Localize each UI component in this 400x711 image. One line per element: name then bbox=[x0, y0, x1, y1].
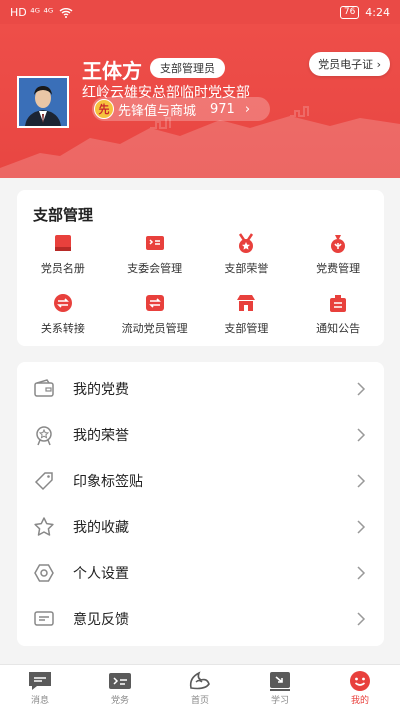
store-icon bbox=[237, 295, 256, 311]
menu-item-feedback[interactable]: 意见反馈 bbox=[17, 596, 384, 642]
battery-level: 76 bbox=[339, 5, 360, 19]
message-icon bbox=[29, 672, 51, 690]
avatar-photo bbox=[19, 78, 67, 126]
vanguard-points-shop-button[interactable]: 先 先锋值与商城 971 › bbox=[92, 97, 270, 121]
user-name: 王体方 bbox=[82, 59, 142, 83]
notice-icon bbox=[330, 295, 347, 312]
exchange-icon bbox=[145, 295, 164, 311]
transfer-icon bbox=[53, 294, 72, 312]
status-bar: HD ⁴ᴳ ⁴ᴳ 76 4:24 bbox=[0, 0, 400, 24]
settings-icon bbox=[34, 564, 54, 582]
chevron-right-icon bbox=[357, 520, 366, 534]
grid-item-branch-management[interactable]: 支部管理 bbox=[201, 292, 293, 336]
menu-item-my-dues[interactable]: 我的党费 bbox=[17, 366, 384, 412]
tab-party-affairs[interactable]: 党务 bbox=[80, 665, 160, 711]
grid-item-relation-transfer[interactable]: 关系转接 bbox=[17, 292, 109, 336]
coin-icon: 先 bbox=[94, 99, 114, 119]
menu-item-impression-tags[interactable]: 印象标签贴 bbox=[17, 458, 384, 504]
money-bag-icon bbox=[331, 235, 346, 253]
clock: 4:24 bbox=[365, 5, 390, 19]
grid-item-branch-honor[interactable]: 支部荣誉 bbox=[201, 232, 293, 276]
role-badge: 支部管理员 bbox=[150, 58, 225, 78]
tab-messages[interactable]: 消息 bbox=[0, 665, 80, 711]
medal-icon bbox=[239, 233, 254, 253]
chevron-right-icon bbox=[357, 474, 366, 488]
flag-icon bbox=[145, 236, 164, 250]
tab-profile[interactable]: 我的 bbox=[320, 665, 400, 711]
feedback-icon bbox=[34, 611, 54, 626]
management-grid: 党员名册 支委会管理 支部荣誉 党费管理 关系转接 流动党员管理 支部管理 通知… bbox=[17, 232, 384, 336]
grid-item-committee[interactable]: 支委会管理 bbox=[109, 232, 201, 276]
profile-header: 王体方 支部管理员 红岭云雄安总部临时党支部 先 先锋值与商城 971 › 党员… bbox=[0, 24, 400, 178]
study-icon bbox=[270, 672, 290, 691]
menu-item-personal-settings[interactable]: 个人设置 bbox=[17, 550, 384, 596]
grid-item-dues-management[interactable]: 党费管理 bbox=[292, 232, 384, 276]
branch-management-card: 支部管理 党员名册 支委会管理 支部荣誉 党费管理 关系转接 流动党员管理 支部… bbox=[17, 190, 384, 346]
chevron-right-icon: › bbox=[376, 58, 381, 71]
honor-icon bbox=[36, 426, 52, 446]
personal-menu-card: 我的党费 我的荣誉 印象标签贴 我的收藏 个人设置 意见反馈 bbox=[17, 362, 384, 646]
points-value: 971 bbox=[210, 101, 235, 117]
tab-study[interactable]: 学习 bbox=[240, 665, 320, 711]
star-icon bbox=[34, 517, 54, 536]
party-affairs-icon bbox=[109, 673, 131, 689]
grid-item-mobile-members[interactable]: 流动党员管理 bbox=[109, 292, 201, 336]
section-title: 支部管理 bbox=[33, 206, 94, 224]
chevron-right-icon bbox=[357, 382, 366, 396]
wallet-icon bbox=[34, 379, 54, 397]
menu-item-my-honors[interactable]: 我的荣誉 bbox=[17, 412, 384, 458]
wifi-icon bbox=[59, 7, 73, 18]
grid-item-notices[interactable]: 通知公告 bbox=[292, 292, 384, 336]
chevron-right-icon bbox=[357, 428, 366, 442]
e-party-card-button[interactable]: 党员电子证 › bbox=[309, 52, 390, 76]
chevron-right-icon bbox=[357, 566, 366, 580]
signal-indicators: HD ⁴ᴳ ⁴ᴳ bbox=[10, 6, 73, 19]
home-icon bbox=[189, 671, 210, 690]
bottom-tab-bar: 消息 党务 首页 学习 我的 bbox=[0, 664, 400, 711]
grid-item-member-roster[interactable]: 党员名册 bbox=[17, 232, 109, 276]
network-status: HD ⁴ᴳ ⁴ᴳ bbox=[10, 5, 54, 19]
menu-item-my-favorites[interactable]: 我的收藏 bbox=[17, 504, 384, 550]
e-card-label: 党员电子证 bbox=[318, 58, 374, 71]
tab-home[interactable]: 首页 bbox=[160, 665, 240, 711]
chevron-right-icon bbox=[357, 612, 366, 626]
tag-icon bbox=[34, 472, 53, 491]
profile-icon bbox=[350, 671, 370, 691]
book-icon bbox=[54, 235, 71, 251]
shop-label: 先锋值与商城 bbox=[118, 103, 197, 119]
chevron-right-icon: › bbox=[244, 101, 251, 117]
avatar[interactable] bbox=[17, 76, 69, 128]
